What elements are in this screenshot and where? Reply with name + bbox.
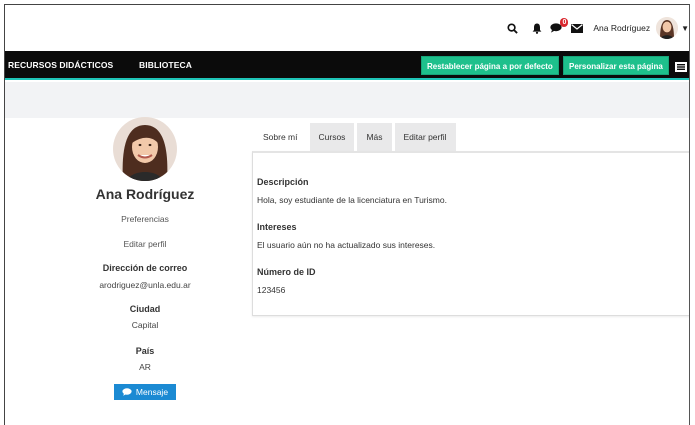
edit-profile-link[interactable]: Editar perfil xyxy=(65,239,225,249)
preferences-link[interactable]: Preferencias xyxy=(65,214,225,224)
user-name[interactable]: Ana Rodríguez xyxy=(593,23,650,33)
nav-item-biblioteca[interactable]: BIBLIOTECA xyxy=(139,60,192,70)
search-icon[interactable] xyxy=(507,22,519,34)
message-button-label: Mensaje xyxy=(135,387,169,397)
envelope-icon[interactable] xyxy=(571,23,584,33)
about-card: Descripción Hola, soy estudiante de la l… xyxy=(252,151,689,316)
top-bar: 0 Ana Rodríguez ▼ xyxy=(5,5,689,51)
description-value: Hola, soy estudiante de la licenciatura … xyxy=(257,195,447,205)
caret-down-icon[interactable]: ▼ xyxy=(681,24,689,33)
browser-frame: 0 Ana Rodríguez ▼ RECURSOS DIDÁCTICOS BI… xyxy=(4,4,690,425)
customize-page-button[interactable]: Personalizar esta página xyxy=(563,56,669,75)
profile-avatar xyxy=(113,117,177,181)
email-value: arodriguez@unla.edu.ar xyxy=(99,280,191,290)
tab-editar-perfil[interactable]: Editar perfil xyxy=(394,123,456,151)
main-navbar: RECURSOS DIDÁCTICOS BIBLIOTECA Restablec… xyxy=(5,51,689,80)
profile-sidebar: Ana Rodríguez Preferencias Editar perfil… xyxy=(65,117,225,401)
message-button[interactable]: Mensaje xyxy=(113,384,177,400)
page-header-strip xyxy=(5,82,689,118)
nav-item-recursos[interactable]: RECURSOS DIDÁCTICOS xyxy=(8,60,113,70)
id-value: 123456 xyxy=(257,285,286,295)
tab-sobre-mi[interactable]: Sobre mí xyxy=(254,123,307,151)
city-value: Capital xyxy=(131,320,159,330)
country-label: País xyxy=(135,346,155,356)
description-label: Descripción xyxy=(257,177,309,187)
avatar[interactable] xyxy=(656,17,679,39)
profile-tabs: Sobre mí Cursos Más Editar perfil xyxy=(254,123,459,151)
city-label: Ciudad xyxy=(129,304,161,314)
profile-name: Ana Rodríguez xyxy=(95,186,195,202)
interests-label: Intereses xyxy=(257,222,297,232)
top-icons: 0 Ana Rodríguez ▼ xyxy=(499,15,689,41)
id-label: Número de ID xyxy=(257,267,316,277)
bell-icon[interactable] xyxy=(532,23,542,34)
tab-mas[interactable]: Más xyxy=(357,123,392,151)
country-value: AR xyxy=(139,362,151,372)
tab-cursos[interactable]: Cursos xyxy=(309,123,355,151)
notification-badge: 0 xyxy=(560,18,569,27)
interests-value: El usuario aún no ha actualizado sus int… xyxy=(257,240,436,250)
menu-toggle-icon[interactable] xyxy=(675,59,687,72)
chat-icon[interactable]: 0 xyxy=(550,18,569,33)
reset-page-button[interactable]: Restablecer página a por defecto xyxy=(421,56,559,75)
email-label: Dirección de correo xyxy=(102,263,188,273)
chat-bubble-icon xyxy=(122,388,132,396)
